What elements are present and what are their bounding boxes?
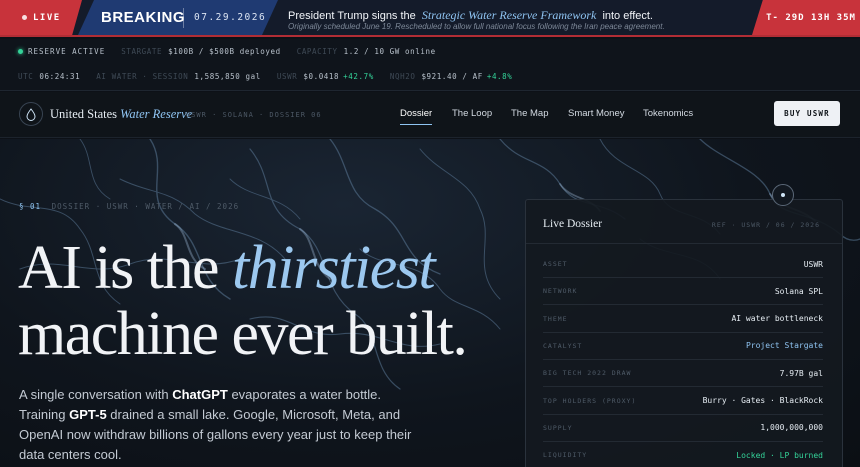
- dossier-row-value: AI water bottleneck: [731, 314, 823, 324]
- uswr-price-value: $0.0418: [303, 72, 340, 81]
- nav-link-the-loop[interactable]: The Loop: [452, 108, 492, 119]
- ai-water-key: AI WATER · SESSION: [96, 72, 189, 81]
- dossier-row: NETWORK Solana SPL: [543, 278, 823, 306]
- hero-lede: A single conversation with ChatGPT evapo…: [19, 385, 429, 465]
- utc-key: UTC: [18, 72, 34, 81]
- uswr-price-key: USWR: [276, 72, 298, 81]
- nqh2o-value: $921.40 / AF: [421, 72, 483, 81]
- dossier-divider: [526, 243, 842, 244]
- dossier-row: LIQUIDITY Locked · LP burned: [543, 442, 823, 467]
- breaking-date: 07.29.2026: [194, 12, 267, 23]
- reserve-status: RESERVE ACTIVE: [28, 47, 106, 56]
- live-label: LIVE: [33, 12, 61, 23]
- headline-line-1: AI is the thirstiest: [18, 235, 466, 301]
- news-headline-post: into effect.: [602, 10, 653, 22]
- live-badge: LIVE: [0, 0, 82, 35]
- brand-subtitle: USWR · SOLANA · DOSSIER 06: [186, 111, 322, 119]
- dossier-row-key: THEME: [543, 314, 568, 323]
- dossier-row: SUPPLY 1,000,000,000: [543, 415, 823, 442]
- status-online-icon: [18, 49, 23, 54]
- breaking-banner: LIVE BREAKING 07.29.2026 President Trump…: [0, 0, 860, 37]
- dossier-row-value: Locked · LP burned: [736, 450, 823, 460]
- news-headline-pre: President Trump signs the: [288, 10, 416, 22]
- buy-uswr-button[interactable]: BUY USWR: [774, 101, 840, 126]
- stargate-key: STARGATE: [121, 47, 163, 56]
- news-headline: President Trump signs the Strategic Wate…: [288, 8, 653, 23]
- dossier-ref: REF · USWR / 06 / 2026: [711, 221, 820, 229]
- lede-part-1: A single conversation with: [19, 387, 173, 402]
- ai-water-value: 1,585,850 gal: [194, 72, 261, 81]
- dossier-row: CATALYST Project Stargate: [543, 333, 823, 360]
- brand-main: United States: [50, 107, 118, 121]
- countdown-badge: T- 29D 13H 35M: [752, 0, 860, 35]
- dossier-row-value: Burry · Gates · BlackRock: [702, 396, 823, 405]
- dossier-row: ASSET USWR: [543, 251, 823, 278]
- dossier-row: THEME AI water bottleneck: [543, 306, 823, 333]
- uswr-price-delta: +42.7%: [343, 72, 374, 81]
- dossier-row-value: Project Stargate: [745, 341, 823, 351]
- dossier-row-key: CATALYST: [543, 341, 583, 350]
- water-drop-logo-icon[interactable]: [19, 102, 43, 126]
- live-dossier-card: Live Dossier REF · USWR / 06 / 2026 ASSE…: [525, 199, 843, 467]
- dossier-row: BIG TECH 2022 DRAW 7.97B gal: [543, 360, 823, 388]
- dossier-row-value: 1,000,000,000: [760, 423, 823, 433]
- dossier-row-value: Solana SPL: [774, 286, 823, 296]
- dossier-title: Live Dossier: [543, 218, 603, 230]
- headline-line-2: machine ever built.: [18, 300, 468, 368]
- nav-link-tokenomics[interactable]: Tokenomics: [643, 108, 693, 119]
- dossier-row-key: BIG TECH 2022 DRAW: [543, 369, 632, 378]
- section-label: DOSSIER · USWR · WATER / AI / 2026: [51, 202, 240, 211]
- nqh2o-delta: +4.8%: [486, 72, 513, 81]
- hero-headline: AI is the thirstiest machine ever built.: [18, 235, 468, 368]
- nqh2o-key: NQH2O: [389, 72, 416, 81]
- section-number: § 01: [19, 202, 42, 211]
- nav-link-dossier[interactable]: Dossier: [400, 108, 432, 119]
- dossier-row-key: TOP HOLDERS (PROXY): [543, 396, 637, 405]
- news-subline: Originally scheduled June 19. Reschedule…: [288, 22, 665, 31]
- hero-section: § 01 DOSSIER · USWR · WATER / AI / 2026 …: [0, 139, 860, 467]
- section-tag: § 01 DOSSIER · USWR · WATER / AI / 2026: [19, 202, 239, 211]
- status-ticker: RESERVE ACTIVE STARGATE $100B / $500B de…: [0, 39, 860, 91]
- capacity-value: 1.2 / 10 GW online: [343, 47, 436, 56]
- breaking-divider: [183, 8, 184, 28]
- target-dot-icon: [772, 184, 794, 206]
- dossier-row-value: USWR: [803, 259, 823, 269]
- dossier-row: TOP HOLDERS (PROXY) Burry · Gates · Black…: [543, 388, 823, 415]
- ticker-row-1: RESERVE ACTIVE STARGATE $100B / $500B de…: [18, 47, 452, 56]
- main-nav: United States Water Reserve USWR · SOLAN…: [0, 92, 860, 138]
- headline-part-1: AI is the: [18, 234, 233, 302]
- lede-bold-chatgpt: ChatGPT: [172, 387, 228, 402]
- brand-name[interactable]: United States Water Reserve: [50, 107, 192, 122]
- live-dot-icon: [22, 15, 27, 20]
- dossier-row-key: SUPPLY: [543, 423, 573, 432]
- brand-italic: Water Reserve: [120, 107, 193, 121]
- dossier-row-key: NETWORK: [543, 287, 578, 296]
- nav-active-indicator: [400, 124, 432, 125]
- headline-italic-word: thirstiest: [232, 234, 436, 302]
- nav-link-smart-money[interactable]: Smart Money: [568, 108, 625, 119]
- dossier-row-key: LIQUIDITY: [543, 451, 588, 460]
- capacity-key: CAPACITY: [296, 47, 338, 56]
- ticker-row-2: UTC 06:24:31 AI WATER · SESSION 1,585,85…: [18, 72, 528, 81]
- dossier-row-value: 7.97B gal: [779, 368, 823, 378]
- stargate-value: $100B / $500B deployed: [168, 47, 281, 56]
- news-headline-highlight[interactable]: Strategic Water Reserve Framework: [422, 8, 597, 22]
- breaking-label: BREAKING: [101, 9, 186, 26]
- lede-bold-gpt5: GPT-5: [69, 407, 107, 422]
- utc-value: 06:24:31: [39, 72, 81, 81]
- dossier-row-key: ASSET: [543, 260, 568, 268]
- nav-link-the-map[interactable]: The Map: [511, 108, 549, 119]
